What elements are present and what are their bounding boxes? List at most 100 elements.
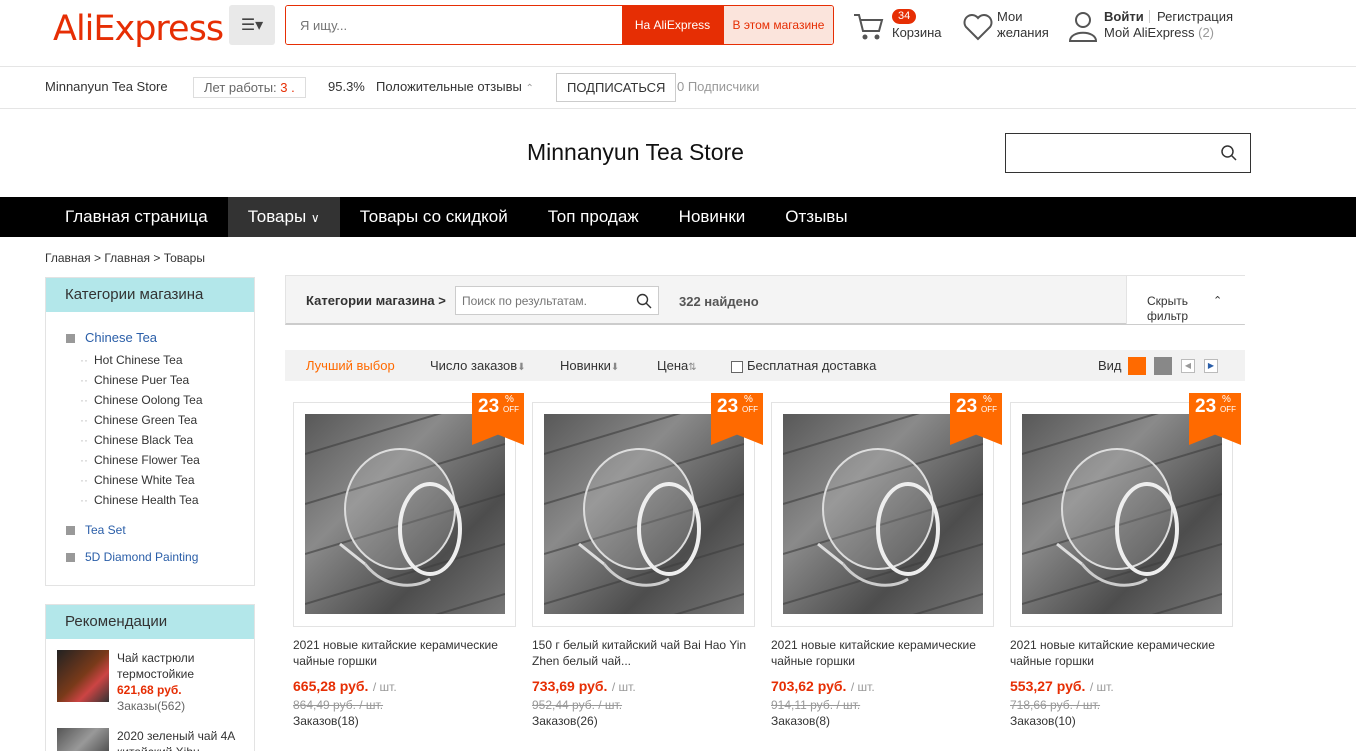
collapse-icon[interactable] [66,334,75,344]
cart-icon [854,14,884,40]
expand-icon[interactable] [66,526,75,536]
wishlist-link[interactable] [962,12,994,47]
dots-icon: ·· [80,493,88,507]
product-image[interactable] [544,414,744,614]
account-avatar[interactable] [1068,10,1098,47]
rec-title: Чай кастрюли термостойкие [117,651,195,681]
rec-item[interactable]: 2020 зеленый чай 4A китайский Xihu [117,728,252,751]
filter-search-input[interactable] [456,287,626,314]
store-name[interactable]: Minnanyun Tea Store [45,79,168,94]
subcategory-item[interactable]: ·· Chinese Oolong Tea [80,390,254,410]
dots-icon: ·· [80,473,88,487]
search-icon[interactable] [1220,144,1238,162]
nav-discounts[interactable]: Товары со скидкой [340,197,528,237]
subcategory-item[interactable]: ·· Chinese Puer Tea [80,370,254,390]
category-label: Tea Set [85,523,126,537]
nav-top-sales[interactable]: Топ продаж [528,197,659,237]
product-title[interactable]: 2021 новые китайские керамические чайные… [1010,637,1235,669]
category-diamond-painting[interactable]: 5D Diamond Painting [66,547,254,567]
dots-icon: ·· [80,393,88,407]
cart-label[interactable]: Корзина [892,25,942,41]
wishlist-label-line2[interactable]: желания [997,25,1049,41]
sort-newest-label: Новинки [560,358,611,373]
wishlist-label-line1[interactable]: Мои [997,9,1022,25]
hamburger-icon: ☰▾ [240,17,264,34]
search-aliexpress-button[interactable]: На AliExpress [622,6,723,44]
rec-item[interactable]: Чай кастрюли термостойкие 621,68 руб. За… [117,650,252,714]
cart-link[interactable] [852,12,886,47]
category-label: 5D Diamond Painting [85,550,199,564]
list-view-icon[interactable] [1154,357,1172,375]
glass-pot-image [305,414,505,614]
categories-menu-button[interactable]: ☰▾ [229,5,275,45]
product-image[interactable] [1022,414,1222,614]
nav-products[interactable]: Товары ∨ [227,197,340,237]
dots-icon: ·· [80,433,88,447]
rec-thumb[interactable] [57,650,109,702]
product-image[interactable] [305,414,505,614]
subcategory-item[interactable]: ·· Chinese Health Tea [80,490,254,510]
price-unit: / шт. [850,680,875,694]
sort-best-match[interactable]: Лучший выбор [306,350,395,381]
nav-reviews[interactable]: Отзывы [765,197,867,237]
product-card[interactable]: 23% OFF [293,393,524,627]
search-store-button[interactable]: В этом магазине [723,6,833,44]
subcategory-item[interactable]: ·· Chinese Green Tea [80,410,254,430]
discount-value: 23 [1195,396,1217,417]
sort-price[interactable]: Цена⇅ [657,350,697,383]
product-card[interactable]: 23% OFF [771,393,1002,627]
category-chinese-tea[interactable]: Chinese Tea [66,328,254,348]
subcategory-label: Chinese White Tea [94,473,195,487]
breadcrumb[interactable]: Главная > Главная > Товары [45,251,205,265]
aliexpress-logo[interactable]: AliExpress [53,9,224,49]
discount-off: OFF [1220,405,1236,414]
product-info: 150 г белый китайский чай Bai Hao Yin Zh… [532,637,757,728]
product-card[interactable]: 23% OFF [1010,393,1241,627]
hide-filter-button[interactable]: Скрыть фильтр ⌃ [1126,276,1245,324]
subscribers-count: 0 Подписчики [677,79,760,94]
rec-title: 2020 зеленый чай 4A китайский Xihu [117,729,235,751]
product-title[interactable]: 2021 новые китайские керамические чайные… [771,637,996,669]
rec-thumb[interactable] [57,728,109,751]
prev-page-icon[interactable]: ◀ [1181,359,1195,373]
price-unit: / шт. [611,680,636,694]
grid-view-icon[interactable] [1128,357,1146,375]
subcategory-item[interactable]: ·· Chinese White Tea [80,470,254,490]
subcategory-list: ·· Hot Chinese Tea ·· Chinese Puer Tea ·· Chi… [66,350,254,510]
product-card[interactable]: 23% OFF [532,393,763,627]
rating-dropdown[interactable]: Положительные отзывы ⌃ [376,79,534,94]
free-shipping-checkbox[interactable] [731,360,743,373]
heart-icon [963,14,993,41]
filter-category-label[interactable]: Категории магазина > [306,293,446,308]
old-price: 718,66 руб. / шт. [1010,698,1101,712]
subcategory-item[interactable]: ·· Chinese Flower Tea [80,450,254,470]
register-link[interactable]: Регистрация [1157,9,1233,25]
store-search[interactable] [1005,133,1251,173]
expand-icon[interactable] [66,553,75,563]
search-input[interactable] [286,6,622,44]
filter-search[interactable] [455,286,659,315]
product-title[interactable]: 2021 новые китайские керамические чайные… [293,637,518,669]
hide-filter-label-line1: Скрыть [1147,294,1188,308]
next-page-icon[interactable]: ▶ [1204,359,1218,373]
glass-pot-image [783,414,983,614]
login-link[interactable]: Войти [1104,9,1144,25]
subscribe-button[interactable]: ПОДПИСАТЬСЯ [556,73,677,102]
categories-heading: Категории магазина [46,278,254,312]
sort-newest[interactable]: Новинки⬇ [560,350,619,383]
search-icon[interactable] [636,293,652,309]
subcategory-item[interactable]: ·· Hot Chinese Tea [80,350,254,370]
product-title[interactable]: 150 г белый китайский чай Bai Hao Yin Zh… [532,637,757,669]
category-tea-set[interactable]: Tea Set [66,520,254,540]
free-shipping-filter[interactable]: Бесплатная доставка [731,350,876,381]
rec-orders: Заказы(562) [117,699,186,713]
subcategory-label: Chinese Flower Tea [94,453,200,467]
results-count: 322 найдено [679,294,759,309]
product-image[interactable] [783,414,983,614]
subcategory-item[interactable]: ·· Chinese Black Tea [80,430,254,450]
nav-new[interactable]: Новинки [659,197,766,237]
my-aliexpress-link[interactable]: Мой AliExpress (2) [1104,25,1214,41]
sort-orders[interactable]: Число заказов⬇ [430,350,526,383]
product-price: 665,28 руб. [293,678,369,694]
nav-home[interactable]: Главная страница [0,197,228,237]
